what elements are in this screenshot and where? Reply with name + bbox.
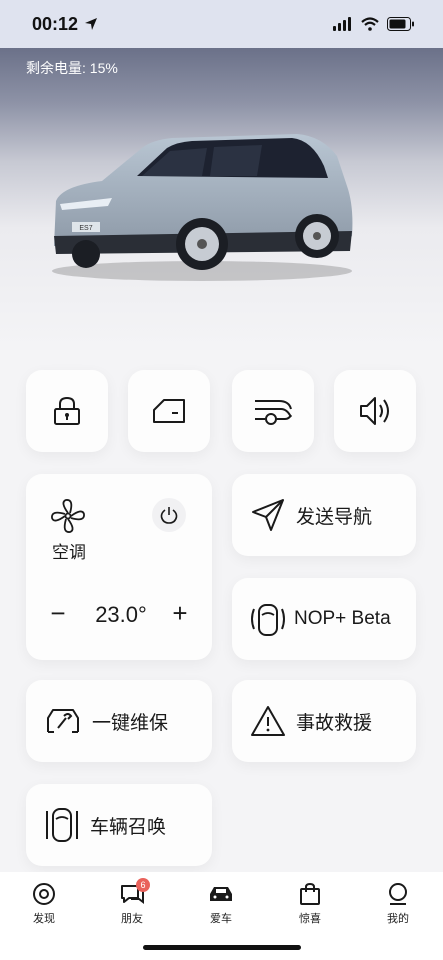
temperature-value: 23.0° xyxy=(95,602,147,627)
tab-discover-label: 发现 xyxy=(33,913,55,925)
tab-discover[interactable]: 发现 xyxy=(14,882,74,926)
car-door-icon xyxy=(153,399,185,423)
climate-power-button[interactable] xyxy=(152,498,186,532)
battery-icon xyxy=(387,17,414,31)
vehicle-summon-label: 车辆召唤 xyxy=(90,816,167,838)
clock: 00:12 xyxy=(32,14,98,35)
tab-my-car-label: 爱车 xyxy=(210,913,232,925)
send-arrow-icon xyxy=(252,499,284,531)
tab-friends-label: 朋友 xyxy=(121,913,143,925)
nop-car-icon xyxy=(251,604,285,636)
nop-label: NOP+ Beta xyxy=(294,608,391,629)
battery-remaining-text: 剩余电量: 15% xyxy=(26,60,118,76)
accident-rescue-button[interactable]: 事故救援 xyxy=(232,680,416,762)
tab-surprise[interactable]: 惊喜 xyxy=(280,882,340,926)
temperature-increase-button[interactable]: + xyxy=(166,598,194,629)
horn-button[interactable] xyxy=(334,370,416,452)
climate-card[interactable]: 空调 − 23.0° + xyxy=(26,474,212,660)
car-wrench-icon xyxy=(47,709,79,733)
tailgate-icon xyxy=(255,400,292,425)
discover-icon xyxy=(33,883,55,905)
nop-button[interactable]: NOP+ Beta xyxy=(232,578,416,660)
status-bar: 00:12 xyxy=(0,0,443,48)
send-navigation-button[interactable]: 发送导航 xyxy=(232,474,416,556)
hero-banner: 剩余电量: 15% ES7 xyxy=(0,48,443,348)
tab-my-car[interactable]: 爱车 xyxy=(191,882,251,926)
tab-friends[interactable]: 6 朋友 xyxy=(102,878,162,926)
temperature-decrease-button[interactable]: − xyxy=(44,598,72,629)
license-plate-text: ES7 xyxy=(79,225,92,232)
cellular-signal-icon xyxy=(333,17,351,31)
car-icon xyxy=(210,887,232,901)
shopping-bag-icon xyxy=(300,882,320,905)
power-icon xyxy=(160,507,178,524)
tab-surprise-label: 惊喜 xyxy=(299,913,321,925)
car-door-button[interactable] xyxy=(128,370,210,452)
tab-profile[interactable]: 我的 xyxy=(368,882,428,926)
time-text: 00:12 xyxy=(32,13,79,34)
location-arrow-icon xyxy=(85,18,98,30)
speaker-icon xyxy=(360,397,389,425)
summon-car-icon xyxy=(46,808,78,842)
profile-icon xyxy=(389,883,407,905)
friends-notification-badge: 6 xyxy=(136,878,150,892)
home-indicator[interactable] xyxy=(143,945,301,950)
lock-icon xyxy=(54,396,80,425)
climate-label: 空调 xyxy=(52,543,86,562)
vehicle-summon-button[interactable]: 车辆召唤 xyxy=(26,784,212,866)
maintenance-button[interactable]: 一键维保 xyxy=(26,680,212,762)
tab-profile-label: 我的 xyxy=(387,913,409,925)
tailgate-button[interactable] xyxy=(232,370,314,452)
wifi-icon xyxy=(361,17,379,31)
status-icons xyxy=(333,17,415,31)
lock-button[interactable] xyxy=(26,370,108,452)
send-navigation-label: 发送导航 xyxy=(296,506,373,528)
accident-rescue-label: 事故救援 xyxy=(296,712,373,734)
car-image[interactable]: ES7 xyxy=(42,126,362,286)
maintenance-label: 一键维保 xyxy=(92,712,169,734)
fan-icon xyxy=(51,499,85,533)
warning-triangle-icon xyxy=(251,706,285,736)
